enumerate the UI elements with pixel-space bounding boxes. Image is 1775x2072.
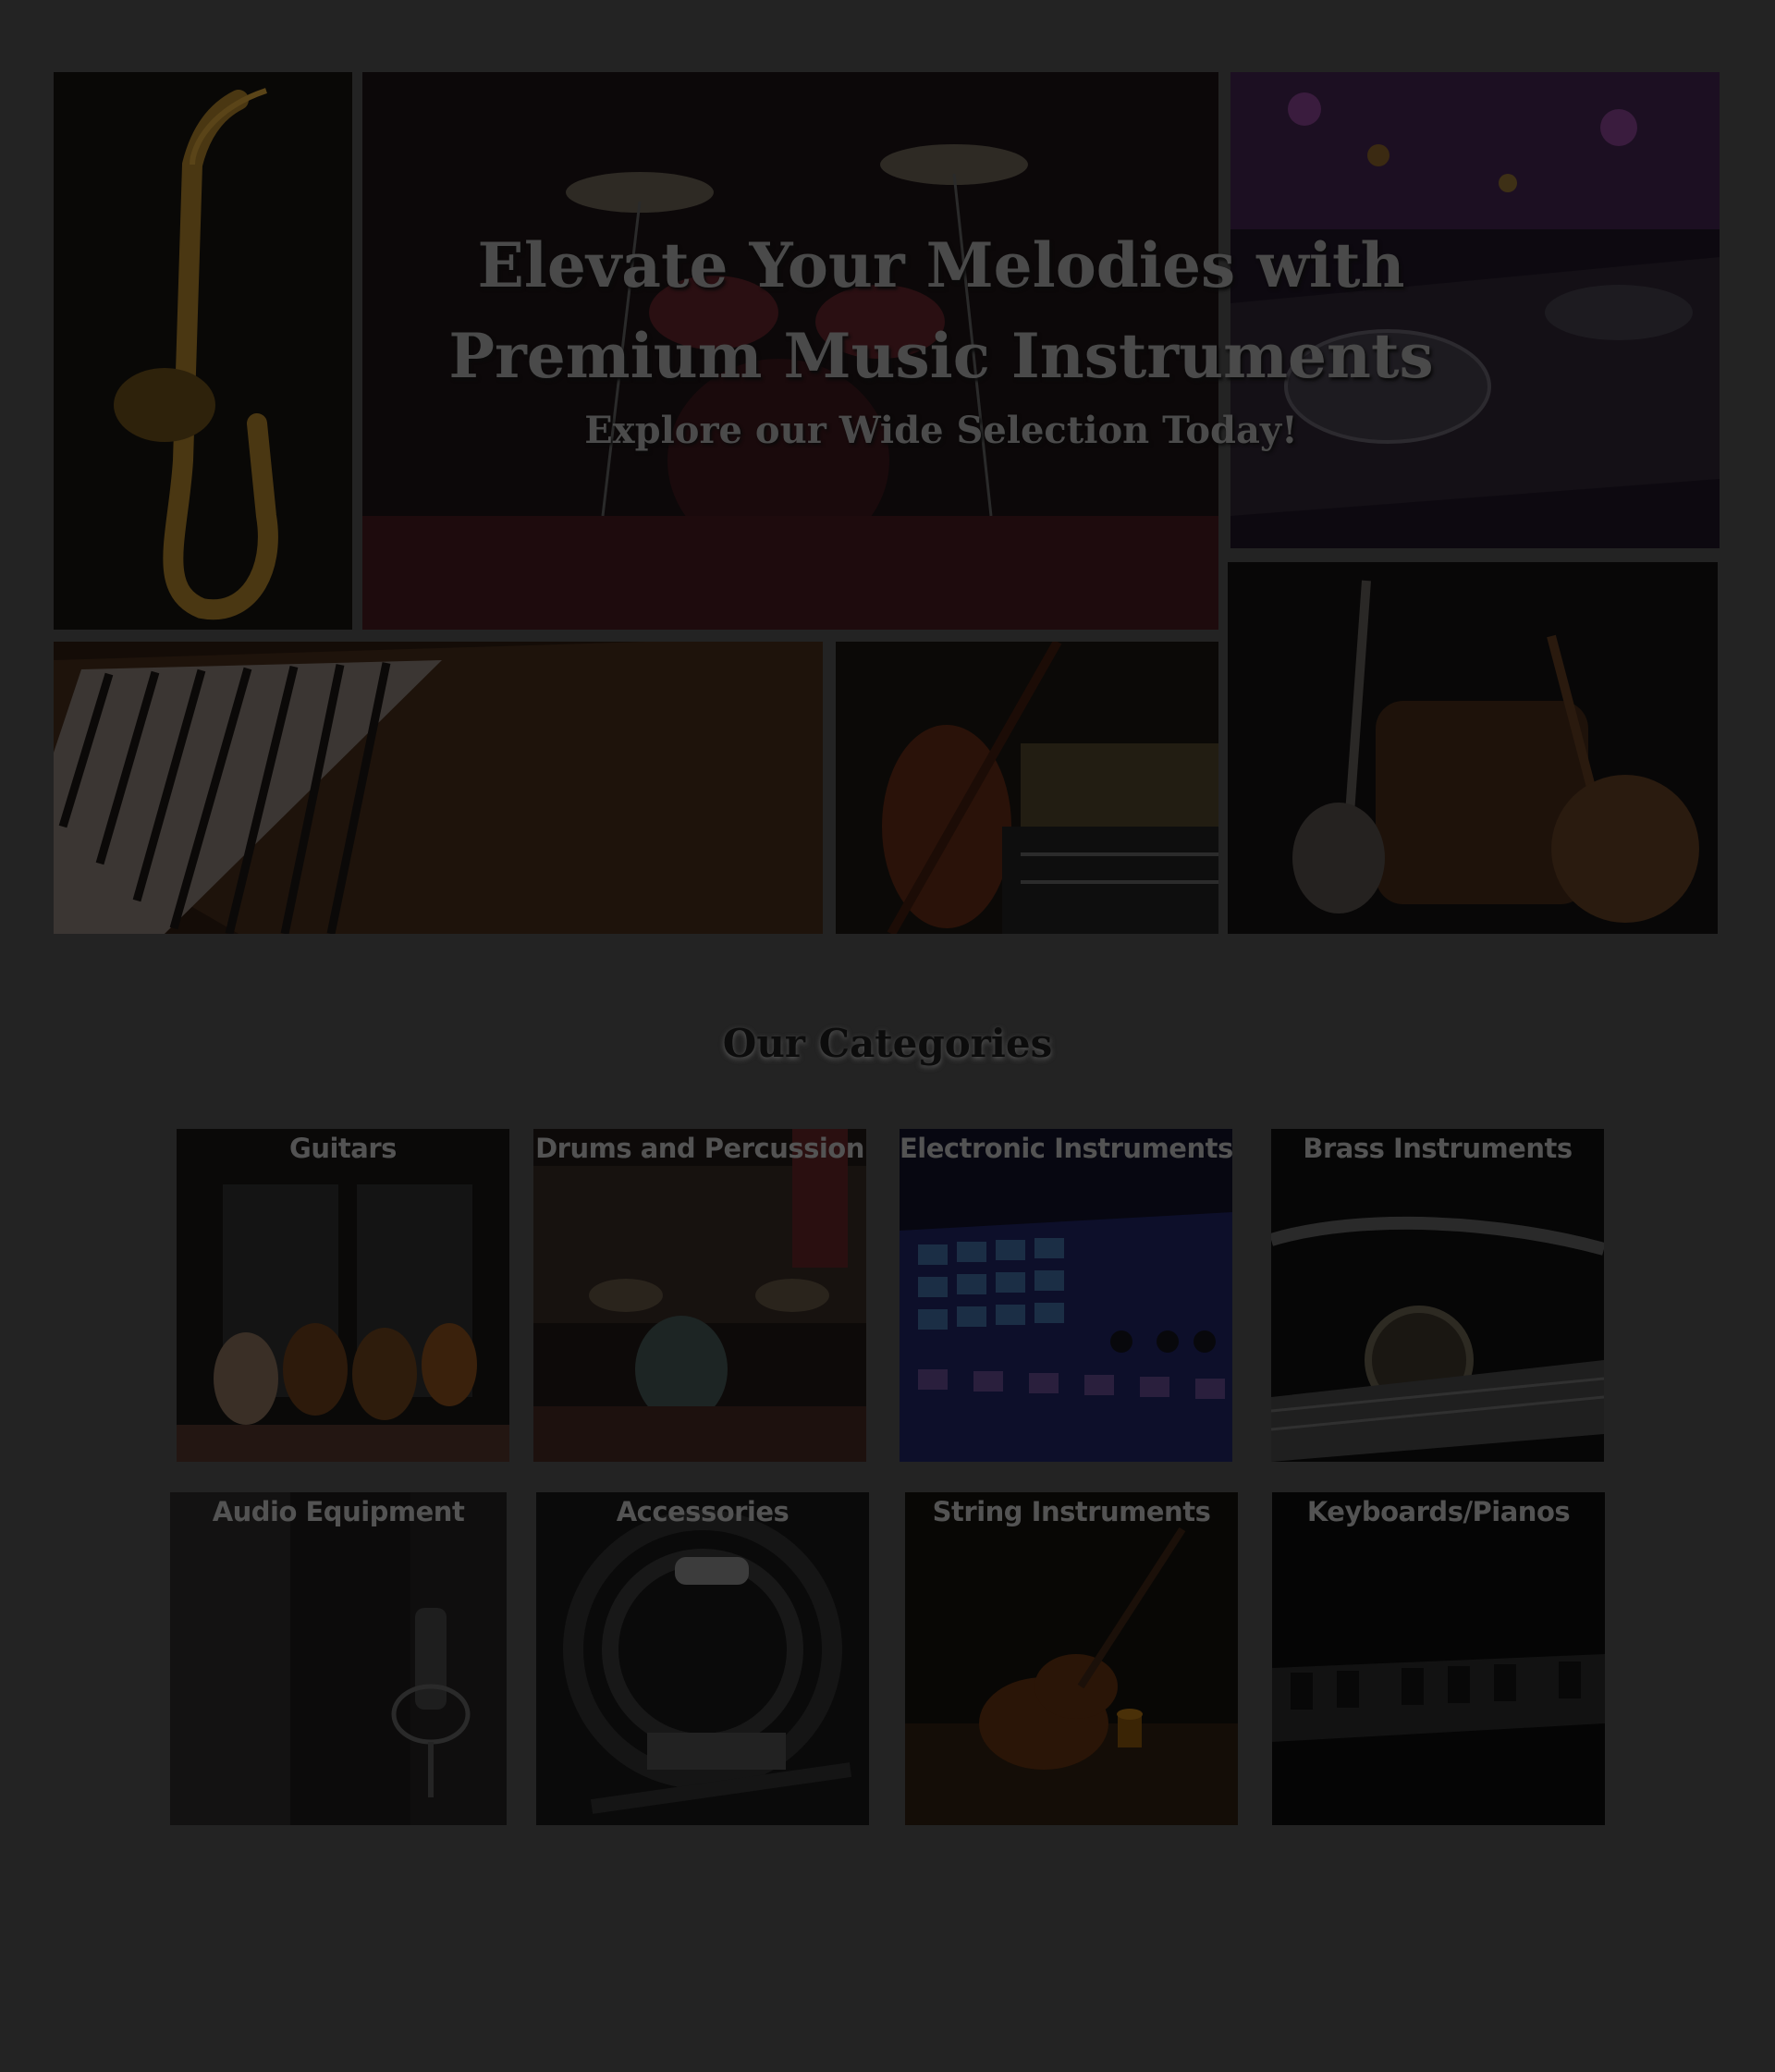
category-label: Drums and Percussion	[535, 1133, 864, 1164]
brass-image	[1271, 1129, 1604, 1462]
category-card-strings[interactable]: String Instruments	[905, 1492, 1238, 1825]
category-label: Accessories	[616, 1496, 790, 1527]
hero-collage: Elevate Your Melodies with Premium Music…	[54, 72, 1720, 934]
drums-image	[533, 1129, 866, 1462]
audio-image	[170, 1492, 507, 1825]
category-card-drums[interactable]: Drums and Percussion	[533, 1129, 866, 1462]
category-label: Electronic Instruments	[900, 1133, 1232, 1164]
saxophone-image	[54, 72, 352, 630]
guitars-image	[177, 1129, 509, 1462]
category-label: Audio Equipment	[212, 1496, 465, 1527]
category-label: Guitars	[289, 1133, 397, 1164]
keyboards-image	[1272, 1492, 1605, 1825]
category-card-accessories[interactable]: Accessories	[536, 1492, 869, 1825]
hero-title: Elevate Your Melodies with Premium Music…	[448, 229, 1434, 392]
accessories-image	[536, 1492, 869, 1825]
category-label: Brass Instruments	[1303, 1133, 1573, 1164]
piano-keys-image	[54, 642, 823, 934]
category-card-electronic[interactable]: Electronic Instruments	[900, 1129, 1232, 1462]
hero-text: Elevate Your Melodies with Premium Music…	[322, 220, 1561, 452]
strings-image	[905, 1492, 1238, 1825]
category-label: Keyboards/Pianos	[1306, 1496, 1571, 1527]
category-card-audio[interactable]: Audio Equipment	[170, 1492, 507, 1825]
categories-title: Our Categories	[722, 1021, 1053, 1066]
electronic-image	[900, 1129, 1232, 1462]
violin-image	[836, 642, 1218, 934]
guitars-and-drum-image	[1228, 562, 1718, 934]
category-card-keyboards[interactable]: Keyboards/Pianos	[1272, 1492, 1605, 1825]
category-card-guitars[interactable]: Guitars	[177, 1129, 509, 1462]
category-label: String Instruments	[932, 1496, 1211, 1527]
hero-subtitle: Explore our Wide Selection Today!	[584, 409, 1298, 452]
category-card-brass[interactable]: Brass Instruments	[1271, 1129, 1604, 1462]
